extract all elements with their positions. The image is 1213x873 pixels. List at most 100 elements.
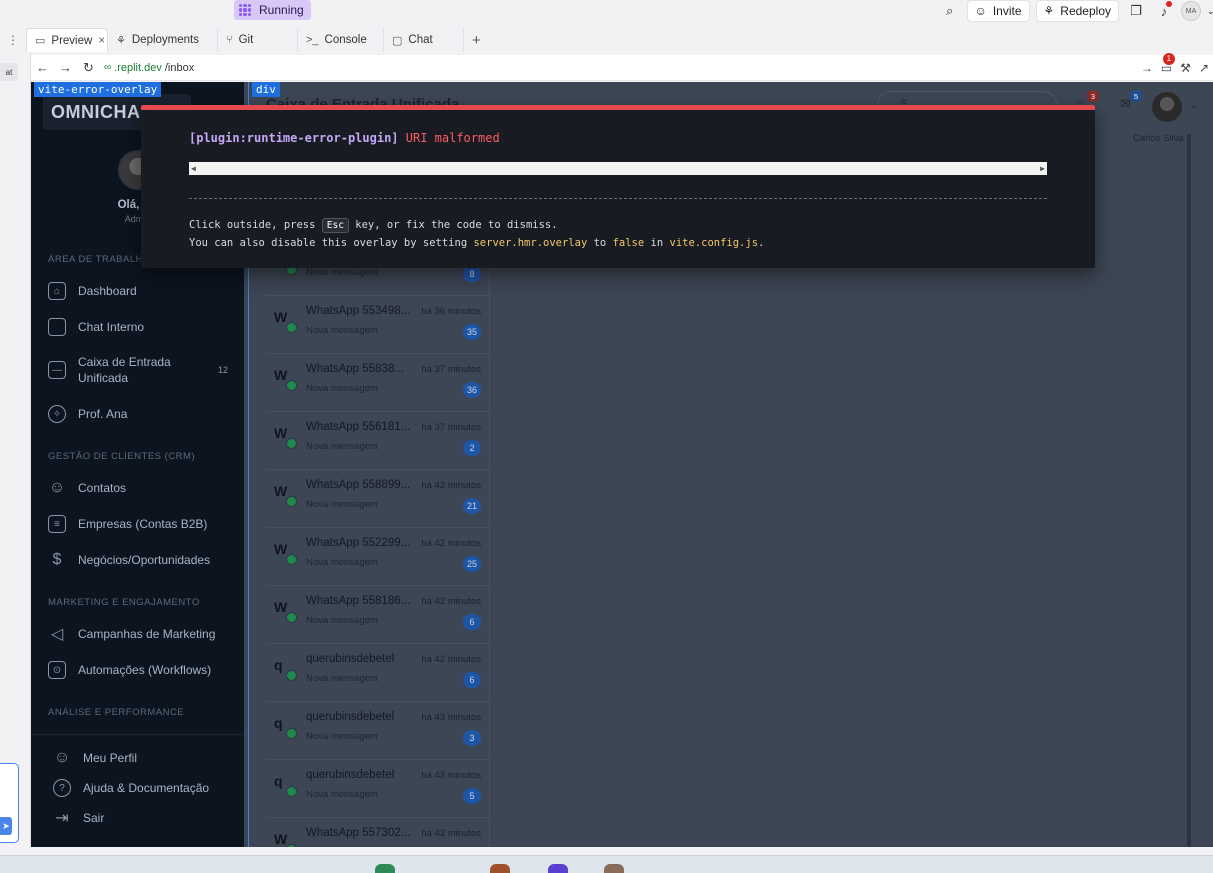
conversation-item[interactable]: q querubinsdebetel há 43 minutos Nova mensa…	[266, 760, 490, 818]
conversation-time: há 42 minutos	[421, 538, 481, 549]
conversation-name: WhatsApp 557302...	[306, 827, 411, 839]
users-icon: ☺	[48, 479, 66, 496]
conversation-name: WhatsApp 553498...	[306, 305, 411, 317]
sidebar-item-ajuda[interactable]: ? Ajuda & Documentação	[53, 779, 243, 797]
online-status-dot	[286, 554, 297, 565]
sidebar-item-prof-ana[interactable]: ✧ Prof. Ana	[48, 405, 238, 423]
section-analysis: Análise e Performance	[48, 707, 185, 718]
sidebar-item-contatos[interactable]: ☺ Contatos	[48, 479, 238, 497]
divider	[189, 198, 1047, 199]
unread-count-badge: 2	[463, 440, 481, 456]
redeploy-button[interactable]: ⚘ Redeploy	[1035, 0, 1119, 22]
conversation-preview: Nova mensagem	[306, 267, 378, 278]
taskbar-app-icon[interactable]	[375, 864, 395, 873]
deploy-icon: ⚘	[1043, 4, 1055, 18]
conversation-preview: Nova mensagem	[306, 383, 378, 394]
conversation-name: WhatsApp 556181...	[306, 421, 411, 433]
sidebar-item-label: Caixa de Entrada Unificada	[78, 355, 171, 385]
scroll-left-icon[interactable]: ◀	[191, 164, 196, 173]
back-icon[interactable]: ←	[31, 60, 54, 75]
conversation-preview: Nova mensagem	[306, 789, 378, 800]
agent-avatar[interactable]	[1152, 92, 1182, 122]
tab-deployments[interactable]: ⚘ Deployments	[108, 28, 218, 52]
tab-git[interactable]: ⑂ Git	[218, 28, 298, 52]
vite-error-overlay[interactable]: [plugin:runtime-error-plugin] URI malfor…	[141, 105, 1095, 268]
unread-count-badge: 35	[462, 324, 481, 340]
search-icon[interactable]: ⌕	[939, 0, 961, 22]
sidebar-item-label: Negócios/Oportunidades	[78, 553, 211, 567]
new-tab-button[interactable]: +	[464, 28, 489, 52]
conversation-item[interactable]: W WhatsApp 55838... há 37 minutos Nova mens…	[266, 354, 490, 412]
tab-chat[interactable]: ▢ Chat	[384, 28, 464, 52]
open-external-arrow-icon[interactable]: →	[1141, 61, 1153, 75]
conversation-item[interactable]: W WhatsApp 556181... há 37 minutos Nova men…	[266, 412, 490, 470]
open-new-window-icon[interactable]: ↗	[1199, 61, 1209, 75]
conversation-item[interactable]: W WhatsApp 557302... há 43 minutos	[266, 818, 490, 847]
url-field[interactable]: ∞ .replit.dev/inbox	[104, 62, 194, 74]
top-bar-actions: ⌕ ☺ Invite ⚘ Redeploy ❐ ♪ MA ⌄	[939, 0, 1213, 22]
building-icon: ≡	[48, 515, 66, 533]
conversation-time: há 36 minutos	[421, 306, 481, 317]
chat-icon: ▢	[392, 34, 403, 47]
sidebar-item-inbox[interactable]: ― Caixa de Entrada Unificada 12	[48, 354, 238, 386]
link-icon: ∞	[104, 62, 112, 73]
sidebar-item-dashboard[interactable]: ⌂ Dashboard	[48, 282, 238, 300]
sidebar-item-automacoes[interactable]: ⊙ Automações (Workflows)	[48, 661, 238, 679]
close-icon[interactable]: ×	[98, 35, 105, 47]
conversation-item[interactable]: q querubinsdebetel há 42 minutos Nova mensa…	[266, 644, 490, 702]
conversation-item[interactable]: W WhatsApp 553498... há 36 minutos Nova men…	[266, 296, 490, 354]
conversation-item[interactable]: W WhatsApp 552299... há 42 minutos Nova men…	[266, 528, 490, 586]
taskbar-app-icon[interactable]	[604, 864, 624, 873]
tab-preview[interactable]: ▭ Preview ×	[26, 28, 108, 52]
scroll-right-icon[interactable]: ▶	[1040, 164, 1045, 173]
conversation-preview: Nova mensagem	[306, 673, 378, 684]
mail-badge: 5	[1130, 90, 1142, 102]
send-icon[interactable]: ➤	[0, 817, 12, 835]
section-work: Área de trabalh	[48, 254, 143, 265]
bell-icon[interactable]: ♪	[1153, 0, 1175, 22]
sidebar-item-campanhas[interactable]: ◁ Campanhas de Marketing	[48, 625, 238, 643]
horizontal-scrollbar[interactable]: ◀ ▶	[189, 162, 1047, 175]
error-message: [plugin:runtime-error-plugin] URI malfor…	[189, 131, 500, 145]
conversation-name: WhatsApp 558899...	[306, 479, 411, 491]
chevron-down-icon[interactable]: ⌄	[1207, 6, 1213, 17]
message-square-icon	[48, 318, 66, 336]
sidebar-item-negocios[interactable]: $ Negócios/Oportunidades	[48, 551, 238, 569]
divider	[31, 734, 244, 735]
copy-icon[interactable]: ❐	[1125, 0, 1147, 22]
refresh-icon[interactable]: ↻	[77, 60, 100, 76]
sidebar-item-chat-interno[interactable]: Chat Interno	[48, 318, 238, 336]
taskbar-app-icon[interactable]	[548, 864, 568, 873]
url-bar-actions: → ▭ ⚒ 1 ↗	[1141, 52, 1213, 75]
sidebar-item-meu-perfil[interactable]: ☺ Meu Perfil	[53, 749, 243, 767]
tab-label: Git	[238, 34, 254, 46]
scrollbar[interactable]	[1187, 134, 1191, 847]
sidebar-item-empresas[interactable]: ≡ Empresas (Contas B2B)	[48, 515, 238, 533]
side-panel-label[interactable]: at	[0, 63, 18, 81]
url-host: .replit.dev	[114, 61, 162, 74]
sidebar-item-sair[interactable]: ⇥ Sair	[53, 809, 243, 827]
conversation-preview: Nova mensagem	[306, 325, 378, 336]
tip-text: .	[758, 237, 765, 249]
chevron-down-icon[interactable]: ⌄	[1190, 100, 1198, 111]
replit-top-bar: Running ⌕ ☺ Invite ⚘ Redeploy ❐ ♪ MA ⌄	[0, 0, 1213, 26]
conversation-preview: Nova mensagem	[306, 441, 378, 452]
user-avatar[interactable]: MA	[1181, 1, 1201, 21]
tab-console[interactable]: >_ Console	[298, 28, 384, 52]
more-options-icon[interactable]: ⋮	[0, 33, 26, 47]
online-status-dot	[286, 380, 297, 391]
unread-count-badge: 36	[462, 382, 481, 398]
forward-icon[interactable]: →	[54, 60, 77, 75]
url-bar: ← → ↻ ∞ .replit.dev/inbox → ▭ ⚒ 1 ↗	[31, 52, 1213, 81]
conversation-item[interactable]: W WhatsApp 558899... há 42 minutos Nova men…	[266, 470, 490, 528]
tip-text: in	[650, 237, 664, 249]
devtools-icon[interactable]: ⚒	[1180, 61, 1191, 75]
devtools-badge: 1	[1162, 52, 1175, 65]
taskbar-app-icon[interactable]	[490, 864, 510, 873]
conversation-item[interactable]: W WhatsApp 558186... há 42 minutos Nova men…	[266, 586, 490, 644]
invite-button[interactable]: ☺ Invite	[966, 0, 1030, 22]
conversation-item[interactable]: q querubinsdebetel há 43 minutos Nova mensa…	[266, 702, 490, 760]
sidebar-item-label: Sair	[83, 811, 105, 825]
run-status-label: Running	[259, 3, 304, 17]
run-status-pill[interactable]: Running	[234, 0, 311, 20]
